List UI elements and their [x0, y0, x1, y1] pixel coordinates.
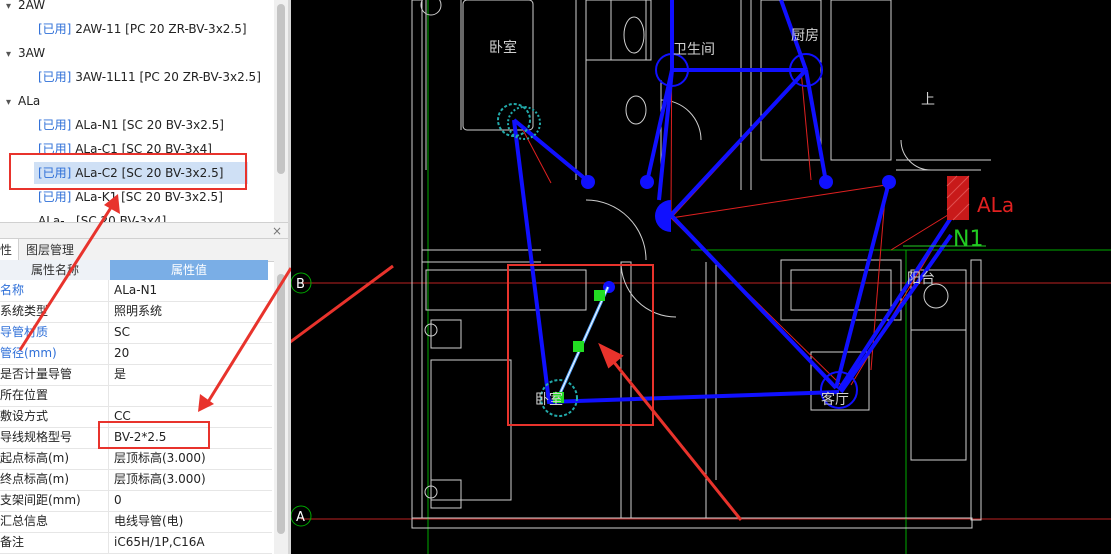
property-row[interactable]: 终点标高(m) 层顶标高(3.000) — [0, 469, 272, 491]
circuit-label: N1 — [953, 227, 983, 252]
floor-plan-drawing: B A ALa N1 卧室 卫生间 厨房 卧室 客厅 阳台 上 — [291, 0, 1111, 554]
tree-scrollbar[interactable] — [274, 0, 288, 222]
property-row[interactable]: 是否计量导管是 — [0, 364, 272, 386]
red-leader-lines — [513, 0, 957, 386]
room-label-up: 上 — [921, 92, 935, 108]
room-label-bathroom: 卫生间 — [673, 42, 715, 58]
tab-layer-manager[interactable]: 图层管理 — [22, 239, 78, 261]
property-row[interactable]: 名称 ALa-N1 — [0, 280, 272, 302]
annotation-arrows — [291, 264, 743, 521]
property-row[interactable]: 导线规格型号 BV-2*2.5 — [0, 427, 272, 449]
properties-scrollbar[interactable] — [274, 260, 288, 554]
walls — [411, 0, 991, 529]
grip-handle[interactable] — [594, 290, 605, 301]
tree-item[interactable]: [已用] ALa-K1 [SC 20 BV-3x2.5] — [38, 186, 223, 208]
property-grid: 属性名称 属性值 名称 ALa-N1 系统类型 照明系统 导管材质 SC 管径(mm)… — [0, 260, 272, 554]
chevron-down-icon[interactable]: ▾ — [6, 44, 18, 66]
room-label-bedroom: 卧室 — [489, 39, 517, 56]
property-row[interactable]: 管径(mm) 20 — [0, 343, 272, 365]
property-row[interactable]: 所在位置 — [0, 385, 272, 407]
cad-canvas[interactable]: B A ALa N1 卧室 卫生间 厨房 卧室 客厅 阳台 上 — [291, 0, 1111, 554]
tab-properties[interactable]: 性 — [0, 239, 19, 261]
panel-tabs: 性 图层管理 — [0, 238, 288, 262]
column-header-name: 属性名称 — [0, 260, 111, 280]
circuit-tree: ▾ 2AW [已用] 2AW-11 [PC 20 ZR-BV-3x2.5] ▾ 3A… — [0, 0, 272, 222]
tree-group-2aw[interactable]: ▾ 2AW — [6, 0, 45, 16]
property-row[interactable]: 汇总信息 电线导管(电) — [0, 511, 272, 533]
grip-handle[interactable] — [573, 341, 584, 352]
tree-item-selected[interactable]: [已用] ALa-C2 [SC 20 BV-3x2.5] — [34, 162, 248, 184]
scrollbar-thumb[interactable] — [277, 274, 285, 534]
property-row[interactable]: 支架间距(mm) 0 — [0, 490, 272, 512]
property-header: 属性名称 属性值 — [0, 260, 272, 280]
property-row[interactable]: 系统类型 照明系统 — [0, 301, 272, 323]
light-fixtures — [497, 53, 858, 417]
chevron-down-icon[interactable]: ▾ — [6, 0, 18, 18]
column-header-value: 属性值 — [110, 260, 268, 280]
property-row[interactable]: 起点标高(m) 层顶标高(3.000) — [0, 448, 272, 470]
close-icon[interactable]: × — [272, 223, 282, 239]
property-row[interactable]: 敷设方式 CC — [0, 406, 272, 428]
left-panel: ▾ 2AW [已用] 2AW-11 [PC 20 ZR-BV-3x2.5] ▾ 3A… — [0, 0, 288, 554]
room-label-kitchen: 厨房 — [791, 28, 819, 44]
property-row[interactable]: 备注 iC65H/1P,C16A — [0, 532, 272, 554]
tree-item[interactable]: [已用] ALa-C1 [SC 20 BV-3x4] — [38, 138, 212, 160]
property-row[interactable]: 导管材质 SC — [0, 322, 272, 344]
device-nodes — [581, 175, 896, 293]
room-label-balcony: 阳台 — [907, 271, 935, 287]
tree-item[interactable]: [已用] ALa-N1 [SC 20 BV-3x2.5] — [38, 114, 224, 136]
room-label-living: 客厅 — [821, 391, 849, 408]
room-label-bedroom-2: 卧室 — [535, 391, 563, 408]
axis-label-b: B — [296, 277, 305, 292]
tree-item[interactable]: [已用] 2AW-11 [PC 20 ZR-BV-3x2.5] — [38, 18, 247, 40]
panel-label: ALa — [977, 193, 1014, 217]
tree-item[interactable]: ALa-...[SC 20 BV-3x4] — [38, 210, 166, 222]
tree-group-3aw[interactable]: ▾ 3AW — [6, 42, 45, 64]
axis-label-a: A — [296, 510, 305, 525]
tree-item[interactable]: [已用] 3AW-1L11 [PC 20 ZR-BV-3x2.5] — [38, 66, 261, 88]
tree-group-ala[interactable]: ▾ ALa — [6, 90, 40, 112]
scrollbar-thumb[interactable] — [277, 4, 285, 174]
chevron-down-icon[interactable]: ▾ — [6, 92, 18, 114]
panel-divider: × — [0, 222, 288, 239]
